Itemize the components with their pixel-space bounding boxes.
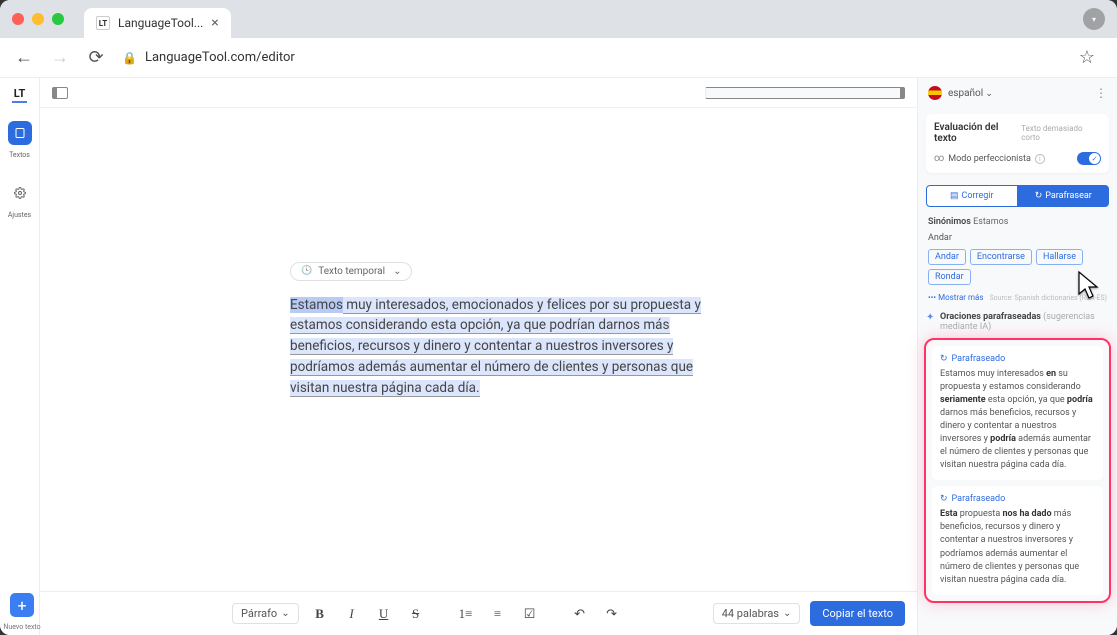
selected-word[interactable]: Estamos: [290, 297, 343, 313]
tab-close-icon[interactable]: ×: [211, 15, 218, 31]
synonyms-header: Sinónimos Estamos: [918, 213, 1117, 231]
word-count[interactable]: 44 palabras: [713, 603, 801, 624]
rail-ajustes-label: Ajustes: [8, 211, 31, 219]
correct-button[interactable]: ▤ Corregir: [926, 185, 1018, 207]
evaluation-title: Evaluación del texto: [934, 122, 1021, 144]
synonym-chip[interactable]: Hallarse: [1036, 249, 1083, 265]
paraphrase-results-callout: Parafraseado Estamos muy interesados en …: [924, 338, 1111, 603]
show-more-link[interactable]: ••• Mostrar más: [928, 293, 983, 302]
paraphrase-text: Esta propuesta nos ha dado más beneficio…: [940, 508, 1095, 586]
info-icon[interactable]: i: [1035, 154, 1045, 164]
right-sidebar: español ⋮ Evaluación del texto Texto dem…: [917, 78, 1117, 635]
italic-button[interactable]: I: [341, 603, 363, 625]
browser-tab[interactable]: LT LanguageTool... ×: [84, 8, 231, 38]
redo-button[interactable]: ↷: [601, 603, 623, 625]
window-maximize[interactable]: [52, 13, 64, 25]
nav-reload-icon[interactable]: ⟳: [86, 47, 106, 68]
browser-menu-icon[interactable]: ▾: [1083, 8, 1105, 30]
evaluation-section: Evaluación del texto Texto demasiado cor…: [926, 114, 1109, 173]
copy-text-button[interactable]: Copiar el texto: [810, 601, 905, 626]
paraphrase-tag: Parafraseado: [940, 354, 1095, 364]
paraphrased-sentences-header: Oraciones parafraseadas (sugerencias med…: [918, 306, 1117, 334]
language-flag-icon: [928, 86, 942, 100]
synonym-chip[interactable]: Encontrarse: [970, 249, 1032, 265]
url-field[interactable]: 🔒 LanguageTool.com/editor: [122, 50, 1063, 65]
perfectionist-toggle[interactable]: [1077, 152, 1101, 165]
paraphrase-card[interactable]: Parafraseado Estamos muy interesados en …: [932, 346, 1103, 480]
tab-title: LanguageTool...: [118, 16, 203, 30]
synonym-chip[interactable]: Rondar: [928, 269, 971, 285]
rail-textos-label: Textos: [9, 151, 30, 159]
sidebar-menu-icon[interactable]: ⋮: [1095, 86, 1107, 100]
paraphrase-card[interactable]: Parafraseado Esta propuesta nos ha dado …: [932, 486, 1103, 594]
synonym-chip[interactable]: Andar: [928, 249, 966, 265]
paraphrase-text: Estamos muy interesados en su propuesta …: [940, 368, 1095, 472]
bottom-toolbar: Párrafo B I U S 1≡ ≡ ☑ ↶ ↷ 44 palabras C…: [40, 591, 917, 635]
paragraph-style-select[interactable]: Párrafo: [232, 603, 299, 624]
app-logo: LT: [12, 86, 28, 103]
bold-button[interactable]: B: [309, 603, 331, 625]
evaluation-note: Texto demasiado corto: [1021, 124, 1101, 142]
synonym-chips: Andar Encontrarse Hallarse Rondar: [918, 245, 1117, 289]
paraphrase-button[interactable]: ↻ Parafrasear: [1018, 185, 1110, 207]
undo-button[interactable]: ↶: [569, 603, 591, 625]
left-rail: LT Textos Ajustes: [0, 78, 40, 635]
window-titlebar: LT LanguageTool... × ▾: [0, 0, 1117, 38]
paragraph-text[interactable]: muy interesados, emocionados y felices p…: [290, 297, 701, 398]
url-text: LanguageTool.com/editor: [145, 50, 295, 65]
new-text-label: Nuevo texto: [2, 623, 42, 631]
underline-button[interactable]: U: [373, 603, 395, 625]
rail-textos-button[interactable]: [8, 121, 32, 145]
synonym-group-label: Andar: [918, 231, 1117, 245]
nav-back-icon[interactable]: ←: [14, 47, 34, 68]
toggle-right-panel-icon[interactable]: [705, 87, 905, 99]
new-text-fab[interactable]: +: [10, 593, 34, 617]
editor-area[interactable]: Texto temporal Estamos muy interesados, …: [40, 108, 917, 591]
window-minimize[interactable]: [32, 13, 44, 25]
bullet-list-button[interactable]: ≡: [487, 603, 509, 625]
bookmark-star-icon[interactable]: ☆: [1079, 47, 1095, 68]
strike-button[interactable]: S: [405, 603, 427, 625]
checklist-button[interactable]: ☑: [519, 603, 541, 625]
language-select[interactable]: español: [948, 88, 993, 99]
nav-forward-icon: →: [50, 47, 70, 68]
window-close[interactable]: [12, 13, 24, 25]
perfectionist-label: Modo perfeccionista: [948, 154, 1031, 164]
paraphrase-tag: Parafraseado: [940, 494, 1095, 504]
document-text[interactable]: Estamos muy interesados, emocionados y f…: [290, 295, 720, 400]
address-bar: ← → ⟳ 🔒 LanguageTool.com/editor ☆: [0, 38, 1117, 78]
toggle-left-panel-icon[interactable]: [52, 87, 68, 99]
tab-favicon: LT: [96, 16, 110, 30]
numbered-list-button[interactable]: 1≡: [455, 603, 477, 625]
temp-text-chip[interactable]: Texto temporal: [290, 262, 412, 281]
lock-icon: 🔒: [122, 51, 137, 65]
source-label: Source: Spanish dictionaries (RLA-ES): [989, 294, 1107, 302]
rail-ajustes-button[interactable]: [8, 181, 32, 205]
